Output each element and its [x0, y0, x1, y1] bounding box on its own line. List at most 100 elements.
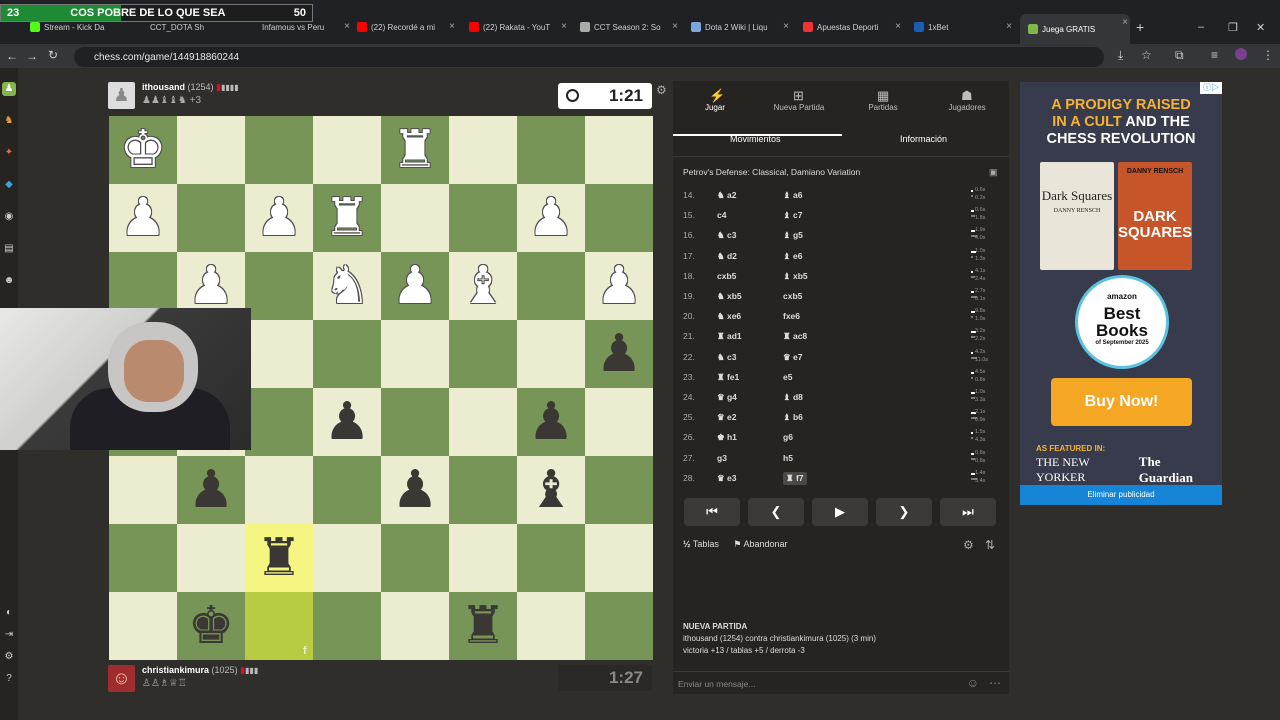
puzzles-icon[interactable]: ✦ — [2, 146, 16, 160]
tab-partidas[interactable]: ▦ Partidas — [841, 81, 925, 123]
avatar[interactable]: ♟ — [108, 82, 135, 109]
white-move[interactable]: ♛ g4 — [717, 392, 737, 403]
draw-button[interactable]: Tablas — [693, 539, 719, 549]
board-square[interactable] — [245, 252, 313, 320]
white-piece[interactable]: ♝ — [449, 252, 517, 320]
board-square[interactable] — [585, 524, 653, 592]
back-icon[interactable]: ← — [6, 49, 18, 63]
forward-icon[interactable]: → — [26, 49, 38, 63]
play-button[interactable]: ▶ — [812, 498, 868, 526]
black-move[interactable]: ♜ ac8 — [783, 331, 807, 342]
tab-cct-dota[interactable]: CCT_DOTA Sh — [150, 18, 250, 36]
black-move[interactable]: ♝ d8 — [783, 392, 803, 403]
reload-icon[interactable]: ↻ — [48, 48, 58, 62]
board-square[interactable] — [109, 456, 177, 524]
white-piece[interactable]: ♟ — [381, 252, 449, 320]
settings-gear-icon[interactable]: ⚙ — [2, 650, 16, 664]
next-move-button[interactable]: ❯ — [876, 498, 932, 526]
white-piece[interactable]: ♞ — [313, 252, 381, 320]
buy-now-button[interactable]: Buy Now! — [1051, 378, 1192, 426]
analysis-icon[interactable]: ⚙ — [963, 538, 974, 552]
black-piece[interactable]: ♟ — [517, 388, 585, 456]
board-square[interactable] — [585, 116, 653, 184]
board-square[interactable] — [245, 456, 313, 524]
board-square[interactable] — [585, 184, 653, 252]
white-piece[interactable]: ♜ — [381, 116, 449, 184]
board-square[interactable] — [313, 116, 381, 184]
board-square[interactable] — [517, 524, 585, 592]
tab-kick[interactable]: Stream - Kick Da — [30, 18, 142, 36]
white-move[interactable]: ♞ xb5 — [717, 291, 742, 302]
black-move[interactable]: ♝ e6 — [783, 251, 802, 262]
board-square[interactable] — [585, 388, 653, 456]
tab-infamous[interactable]: Infamous vs Peru × — [262, 18, 352, 36]
emoji-icon[interactable]: ☺ — [967, 676, 979, 690]
white-move[interactable]: cxb5 — [717, 271, 736, 281]
board-square[interactable] — [449, 184, 517, 252]
board-square[interactable] — [381, 184, 449, 252]
black-piece[interactable]: ♟ — [177, 456, 245, 524]
board-square[interactable] — [449, 388, 517, 456]
white-piece[interactable]: ♟ — [245, 184, 313, 252]
board-square[interactable] — [517, 252, 585, 320]
board-square[interactable] — [313, 456, 381, 524]
close-icon[interactable]: × — [449, 21, 455, 32]
white-piece[interactable]: ♟ — [517, 184, 585, 252]
board-square[interactable] — [313, 524, 381, 592]
ad-choices-icon[interactable]: ⓘ▷ — [1200, 82, 1222, 94]
first-move-button[interactable]: ⏮ — [684, 498, 740, 526]
book-advertisement[interactable]: A PRODIGY RAISED IN A CULT AND THE CHESS… — [1020, 82, 1222, 485]
bookmark-star-icon[interactable]: ☆ — [1141, 48, 1152, 62]
extensions-icon[interactable]: ⧉ — [1175, 48, 1184, 63]
black-move[interactable]: fxe6 — [783, 311, 800, 321]
black-piece[interactable]: ♟ — [313, 388, 381, 456]
tab-liquipedia[interactable]: Dota 2 Wiki | Liqu × — [691, 18, 791, 36]
help-icon[interactable]: ? — [2, 672, 16, 686]
white-piece[interactable]: ♜ — [313, 184, 381, 252]
close-icon[interactable]: × — [561, 21, 567, 32]
tab-apuestas[interactable]: Apuestas Deporti × — [803, 18, 903, 36]
bottom-player-name[interactable]: christiankimura — [142, 665, 209, 675]
close-icon[interactable]: × — [1006, 21, 1012, 32]
learn-icon[interactable]: ◆ — [2, 178, 16, 192]
black-move[interactable]: cxb5 — [783, 291, 802, 301]
profile-avatar[interactable] — [1235, 48, 1247, 60]
theme-icon[interactable]: ◐ — [2, 606, 16, 620]
top-player-name[interactable]: ithousand — [142, 82, 185, 92]
maximize-icon[interactable]: ❐ — [1228, 18, 1240, 36]
new-tab-button[interactable]: + — [1136, 18, 1150, 36]
black-move[interactable]: ♝ a6 — [783, 190, 802, 201]
last-move-button[interactable]: ⏭ — [940, 498, 996, 526]
board-square[interactable] — [585, 456, 653, 524]
board-square[interactable] — [109, 524, 177, 592]
black-move[interactable]: ♝ c7 — [783, 210, 802, 221]
install-icon[interactable]: ⤓ — [1118, 48, 1123, 63]
board-square[interactable] — [449, 320, 517, 388]
white-move[interactable]: ♜ fe1 — [717, 372, 739, 383]
lock-icon[interactable]: ▣ — [989, 167, 998, 178]
board-square[interactable] — [177, 116, 245, 184]
close-icon[interactable]: × — [672, 21, 678, 32]
remove-ads-link[interactable]: Eliminar publicidad — [1020, 485, 1222, 505]
tab-cct-season[interactable]: CCT Season 2: So × — [580, 18, 680, 36]
white-move[interactable]: ♞ c3 — [717, 230, 736, 241]
black-move[interactable]: ♝ b6 — [783, 412, 803, 423]
black-move[interactable]: ♛ e7 — [783, 352, 802, 363]
white-move[interactable]: ♚ h1 — [717, 432, 737, 443]
tab-youtube-1[interactable]: (22) Recordé a mi × — [357, 18, 457, 36]
black-move[interactable]: g6 — [783, 432, 793, 442]
more-options-icon[interactable]: ⋯ — [989, 676, 1001, 690]
white-move[interactable]: ♞ c3 — [717, 352, 736, 363]
tab-jugar[interactable]: ⚡ Jugar — [673, 81, 757, 123]
black-piece[interactable]: ♜ — [245, 524, 313, 592]
board-square[interactable] — [517, 320, 585, 388]
black-move[interactable]: h5 — [783, 453, 793, 463]
white-move[interactable]: c4 — [717, 210, 726, 220]
board-square[interactable] — [517, 116, 585, 184]
watch-icon[interactable]: ◉ — [2, 210, 16, 224]
white-move[interactable]: ♜ ad1 — [717, 331, 742, 342]
black-move[interactable]: ♝ xb5 — [783, 271, 808, 282]
collapse-icon[interactable]: ⇥ — [2, 628, 16, 642]
board-square[interactable] — [245, 388, 313, 456]
board-square[interactable] — [245, 320, 313, 388]
